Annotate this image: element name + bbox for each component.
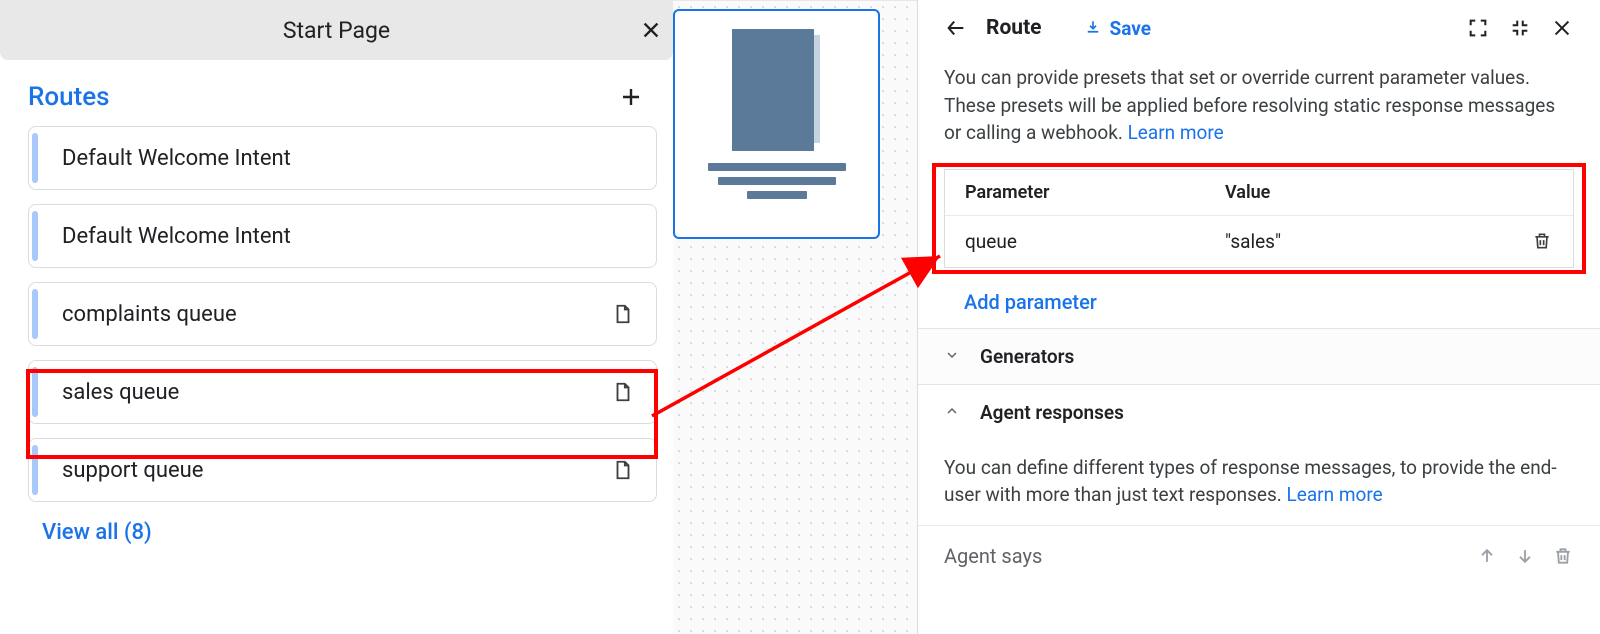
- start-page-header: Start Page: [0, 0, 673, 60]
- agent-responses-section[interactable]: Agent responses: [918, 384, 1600, 440]
- agent-responses-title: Agent responses: [980, 401, 1124, 424]
- route-item[interactable]: complaints queue: [28, 282, 657, 346]
- agent-responses-description: You can define different types of respon…: [944, 454, 1574, 509]
- route-item[interactable]: support queue: [28, 438, 657, 502]
- page-icon: [612, 459, 634, 481]
- page-icon: [612, 381, 634, 403]
- move-down-icon[interactable]: [1514, 545, 1536, 567]
- add-parameter-button[interactable]: Add parameter: [964, 290, 1574, 314]
- route-label: Default Welcome Intent: [62, 146, 634, 171]
- route-label: sales queue: [62, 380, 612, 405]
- presets-description: You can provide presets that set or over…: [944, 64, 1574, 147]
- save-button[interactable]: Save: [1084, 17, 1152, 40]
- page-thumbnail-icon: [722, 29, 832, 157]
- expand-icon[interactable]: [1466, 16, 1490, 40]
- start-page-panel: Start Page Routes Default Welcome Intent…: [0, 0, 673, 634]
- page-thumbnail-lines: [685, 163, 868, 199]
- parameter-presets-card: Parameter Value queue"sales": [944, 169, 1574, 268]
- route-label: support queue: [62, 458, 612, 483]
- agent-says-row[interactable]: Agent says: [918, 525, 1600, 568]
- view-all-row: View all (8): [0, 502, 673, 545]
- route-accent-bar: [32, 289, 38, 339]
- view-all-link[interactable]: View all (8): [42, 520, 152, 545]
- agent-says-label: Agent says: [944, 544, 1042, 568]
- add-route-button[interactable]: [617, 83, 645, 111]
- route-label: complaints queue: [62, 302, 612, 327]
- routes-header: Routes: [0, 60, 673, 112]
- route-label: Default Welcome Intent: [62, 224, 634, 249]
- delete-response-icon[interactable]: [1552, 545, 1574, 567]
- route-detail-panel: Route Save You can provide presets that …: [917, 0, 1600, 634]
- close-panel-icon[interactable]: [1550, 16, 1574, 40]
- learn-more-link-2[interactable]: Learn more: [1287, 483, 1383, 506]
- route-accent-bar: [32, 133, 38, 183]
- selected-page-node[interactable]: [673, 9, 880, 239]
- route-title: Route: [986, 16, 1042, 40]
- chevron-up-icon: [944, 403, 962, 421]
- route-header: Route Save: [944, 0, 1574, 56]
- generators-section[interactable]: Generators: [918, 328, 1600, 384]
- annotation-highlight-params: [932, 163, 1586, 274]
- learn-more-link[interactable]: Learn more: [1128, 121, 1224, 144]
- start-page-title: Start Page: [0, 17, 673, 44]
- chevron-down-icon: [944, 347, 962, 365]
- move-up-icon[interactable]: [1476, 545, 1498, 567]
- flow-canvas[interactable]: [673, 0, 917, 634]
- routes-title[interactable]: Routes: [28, 82, 110, 112]
- back-arrow-icon[interactable]: [944, 16, 968, 40]
- save-label: Save: [1110, 17, 1152, 40]
- agent-responses-description-text: You can define different types of respon…: [944, 456, 1557, 507]
- route-accent-bar: [32, 367, 38, 417]
- page-icon: [612, 303, 634, 325]
- route-item[interactable]: Default Welcome Intent: [28, 204, 657, 268]
- route-item[interactable]: sales queue: [28, 360, 657, 424]
- collapse-icon[interactable]: [1508, 16, 1532, 40]
- route-accent-bar: [32, 211, 38, 261]
- route-item[interactable]: Default Welcome Intent: [28, 126, 657, 190]
- close-icon[interactable]: [637, 16, 665, 44]
- presets-description-text: You can provide presets that set or over…: [944, 66, 1555, 144]
- route-accent-bar: [32, 445, 38, 495]
- route-list: Default Welcome Intent Default Welcome In…: [0, 112, 673, 502]
- generators-title: Generators: [980, 345, 1074, 368]
